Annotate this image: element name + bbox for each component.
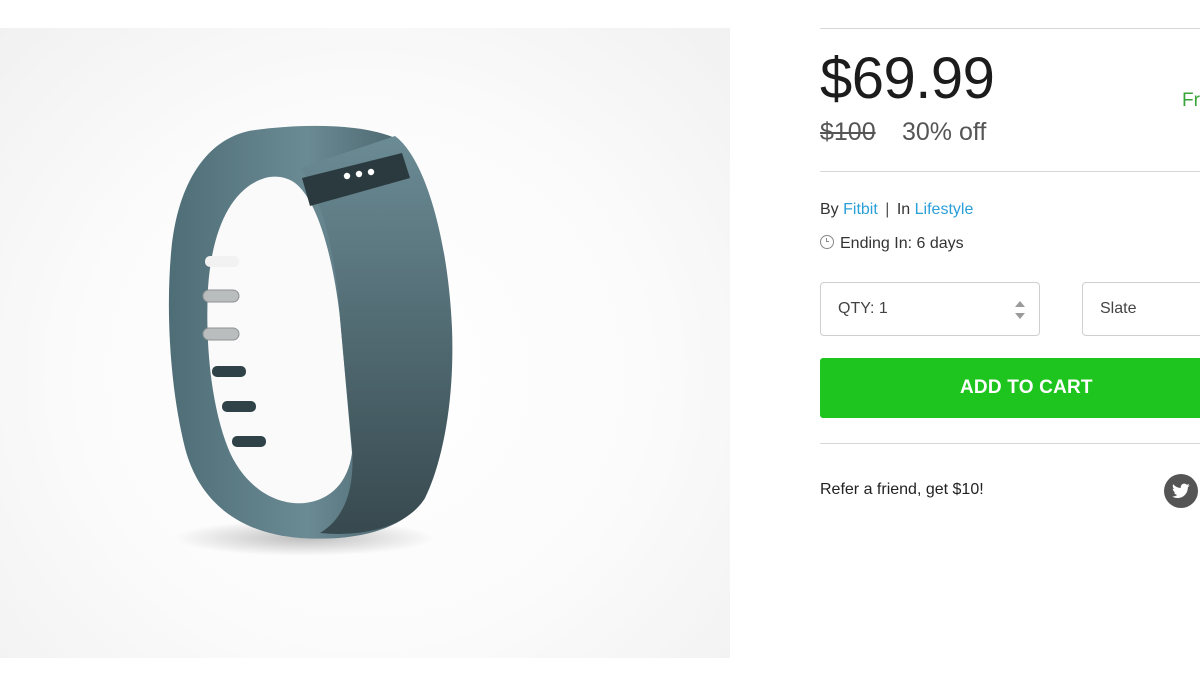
brand-link[interactable]: Fitbit — [843, 201, 878, 218]
clock-icon — [820, 235, 834, 249]
quantity-value: QTY: 1 — [838, 300, 888, 317]
twitter-icon[interactable] — [1164, 474, 1198, 508]
twitter-bird-glyph — [1172, 483, 1190, 499]
category-link[interactable]: Lifestyle — [915, 201, 974, 218]
brand-category-line: By Fitbit | In Lifestyle — [820, 201, 973, 219]
stepper-up-icon[interactable] — [1015, 301, 1025, 307]
product-image — [0, 28, 730, 658]
product-details-panel: $69.99 Fr $100 30% off By Fitbit | In Li… — [820, 0, 1200, 675]
fitbit-band-image — [168, 125, 453, 556]
top-divider — [820, 28, 1200, 29]
by-label: By — [820, 201, 839, 218]
color-select[interactable]: Slate — [1082, 282, 1200, 336]
in-label: In — [896, 201, 911, 218]
discount-label: 30% off — [902, 118, 987, 146]
cart-divider — [820, 443, 1200, 444]
ending-text: Ending In: 6 days — [840, 235, 964, 252]
free-shipping-label: Fr — [1182, 90, 1200, 111]
separator: | — [885, 201, 890, 218]
chevron-updown-icon[interactable] — [1015, 301, 1025, 319]
ending-line: Ending In: 6 days — [820, 235, 964, 253]
stepper-down-icon[interactable] — [1015, 313, 1025, 319]
color-value: Slate — [1100, 300, 1137, 317]
add-to-cart-button[interactable]: ADD TO CART — [820, 358, 1200, 418]
quantity-stepper[interactable]: QTY: 1 — [820, 282, 1040, 336]
referral-text: Refer a friend, get $10! — [820, 481, 984, 498]
price-divider — [820, 171, 1200, 172]
original-price: $100 — [820, 118, 876, 146]
sale-price: $69.99 — [820, 46, 995, 111]
